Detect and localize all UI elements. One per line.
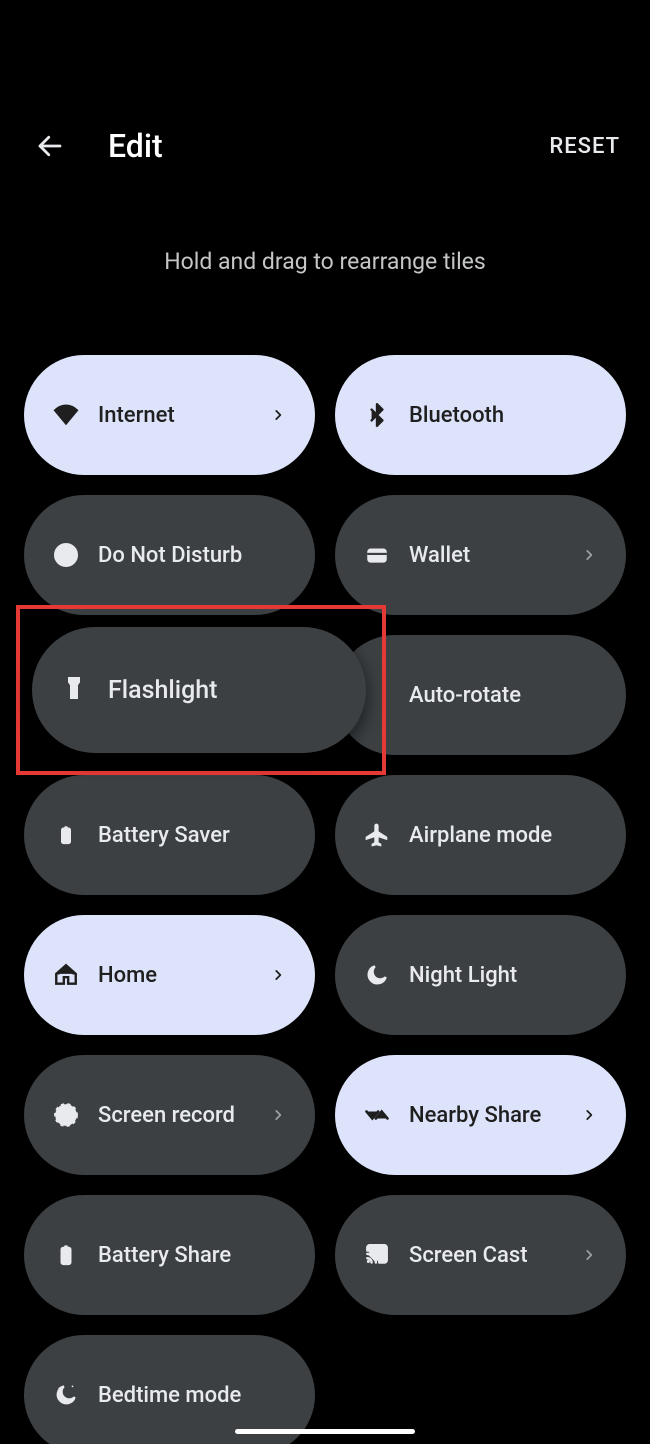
tile-nearby-share[interactable]: Nearby Share [335, 1055, 626, 1175]
tile-screen-record[interactable]: Screen record [24, 1055, 315, 1175]
tile-battery-share[interactable]: Battery Share [24, 1195, 315, 1315]
chevron-right-icon [580, 1246, 598, 1264]
tile-battery-saver[interactable]: Battery Saver [24, 775, 315, 895]
dnd-icon [52, 541, 80, 569]
moon-icon [363, 961, 391, 989]
tile-airplane-mode[interactable]: Airplane mode [335, 775, 626, 895]
battery-share-icon [52, 1241, 80, 1269]
hint-text: Hold and drag to rearrange tiles [0, 248, 650, 275]
tile-label: Bluetooth [409, 403, 598, 428]
airplane-icon [363, 821, 391, 849]
tile-label: Bedtime mode [98, 1383, 287, 1408]
chevron-right-icon [269, 966, 287, 984]
tiles-grid: Internet Bluetooth Do Not Disturb Wallet… [0, 355, 650, 1444]
chevron-right-icon [269, 1106, 287, 1124]
tile-label: Flashlight [108, 676, 218, 705]
tile-label: Wallet [409, 543, 580, 568]
tile-label: Battery Saver [98, 823, 287, 848]
header: Edit RESET [0, 106, 650, 186]
tile-home[interactable]: Home [24, 915, 315, 1035]
tile-internet[interactable]: Internet [24, 355, 315, 475]
battery-icon [52, 821, 80, 849]
tile-label: Screen record [98, 1103, 269, 1128]
tile-label: Internet [98, 403, 269, 428]
tile-wallet[interactable]: Wallet [335, 495, 626, 615]
tile-night-light[interactable]: Night Light [335, 915, 626, 1035]
home-icon [52, 961, 80, 989]
cast-icon [363, 1241, 391, 1269]
tile-label: Home [98, 963, 269, 988]
arrow-left-icon [35, 131, 65, 161]
chevron-right-icon [269, 406, 287, 424]
bluetooth-icon [363, 401, 391, 429]
wallet-icon [363, 541, 391, 569]
page-title: Edit [108, 127, 163, 165]
nearby-share-icon [363, 1101, 391, 1129]
tile-bedtime-mode[interactable]: Bedtime mode [24, 1335, 315, 1444]
chevron-right-icon [580, 546, 598, 564]
tile-auto-rotate[interactable]: Auto-rotate [335, 635, 626, 755]
tile-label: Battery Share [98, 1243, 287, 1268]
tile-do-not-disturb[interactable]: Do Not Disturb [24, 495, 315, 615]
tile-label: Do Not Disturb [98, 543, 287, 568]
bedtime-icon [52, 1381, 80, 1409]
tile-screen-cast[interactable]: Screen Cast [335, 1195, 626, 1315]
tile-label: Night Light [409, 963, 598, 988]
reset-button[interactable]: RESET [549, 134, 620, 159]
tile-flashlight-dragging[interactable]: Flashlight [32, 627, 366, 753]
tile-label: Airplane mode [409, 823, 598, 848]
tile-label: Auto-rotate [409, 683, 598, 708]
tile-label: Screen Cast [409, 1243, 580, 1268]
back-button[interactable] [30, 126, 70, 166]
gesture-bar[interactable] [235, 1429, 415, 1434]
tile-label: Nearby Share [409, 1103, 580, 1128]
tile-bluetooth[interactable]: Bluetooth [335, 355, 626, 475]
flashlight-icon [62, 673, 86, 707]
chevron-right-icon [580, 1106, 598, 1124]
wifi-icon [52, 401, 80, 429]
record-icon [52, 1101, 80, 1129]
